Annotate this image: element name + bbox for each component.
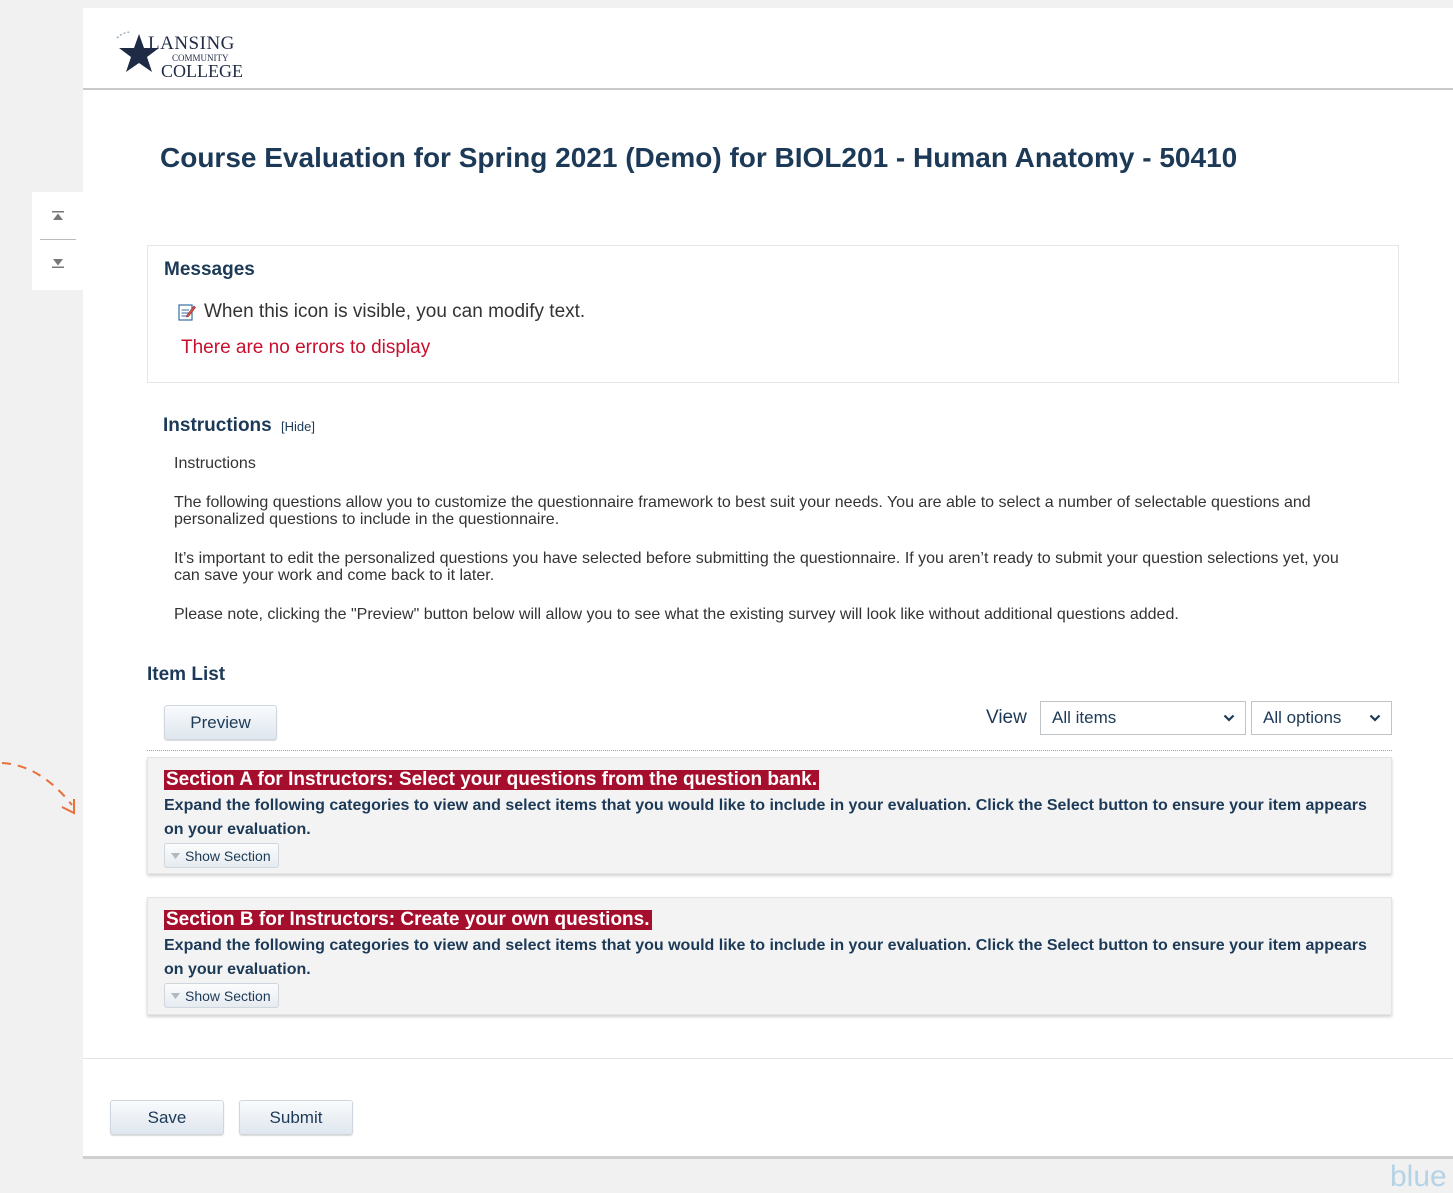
chevron-down-icon xyxy=(1369,714,1381,722)
show-section-label: Show Section xyxy=(185,987,271,1004)
submit-button[interactable]: Submit xyxy=(239,1100,353,1135)
scroll-top-icon xyxy=(52,211,64,220)
chevron-down-icon xyxy=(1223,714,1235,722)
college-logo[interactable]: LANSING COMMUNITY COLLEGE xyxy=(113,20,263,81)
edit-icon xyxy=(178,304,196,321)
instructions-header: Instructions [Hide] xyxy=(163,415,315,437)
scroll-nav xyxy=(32,192,84,290)
nav-divider xyxy=(40,239,76,240)
scroll-to-top-button[interactable] xyxy=(42,200,74,232)
error-message: There are no errors to display xyxy=(181,337,431,358)
show-section-button[interactable]: Show Section xyxy=(164,983,279,1008)
section-heading: Section A for Instructors: Select your q… xyxy=(164,769,820,790)
footer-divider xyxy=(83,1058,1453,1059)
messages-panel: Messages When this icon is visible, you … xyxy=(147,245,1399,383)
bottom-bar xyxy=(83,1156,1453,1159)
logo-text-college: COLLEGE xyxy=(161,61,243,81)
item-list-divider xyxy=(147,750,1392,751)
site-header: LANSING COMMUNITY COLLEGE xyxy=(83,8,1453,90)
view-options-select-value: All options xyxy=(1263,708,1342,727)
instructions-paragraph: The following questions allow you to cus… xyxy=(174,494,1311,528)
view-items-select[interactable]: All items xyxy=(1040,701,1246,735)
info-message: When this icon is visible, you can modif… xyxy=(178,301,585,323)
show-section-button[interactable]: Show Section xyxy=(164,843,279,868)
view-items-select-value: All items xyxy=(1052,708,1117,727)
item-list-title: Item List xyxy=(147,664,226,685)
scroll-bottom-icon xyxy=(52,259,64,268)
instructions-paragraph: Please note, clicking the "Preview" butt… xyxy=(174,606,1179,623)
view-label: View xyxy=(986,707,1027,728)
scroll-to-bottom-button[interactable] xyxy=(42,247,74,279)
page-title: Course Evaluation for Spring 2021 (Demo)… xyxy=(160,142,1238,173)
brand-logo-fragment: blue xyxy=(1390,1160,1447,1193)
instructions-hide-link[interactable]: [Hide] xyxy=(281,419,315,434)
section-a-panel: Section A for Instructors: Select your q… xyxy=(147,757,1392,874)
instructions-paragraph: Instructions xyxy=(174,455,256,472)
instructions-paragraph: It’s important to edit the personalized … xyxy=(174,550,1339,584)
decorative-arrow-icon xyxy=(1,762,75,815)
info-message-text: When this icon is visible, you can modif… xyxy=(204,301,586,322)
section-description: Expand the following categories to view … xyxy=(164,937,1367,978)
view-options-select[interactable]: All options xyxy=(1251,701,1392,735)
triangle-down-icon xyxy=(171,852,180,859)
logo-text-lansing: LANSING xyxy=(148,33,235,54)
messages-title: Messages xyxy=(164,259,255,280)
section-heading: Section B for Instructors: Create your o… xyxy=(164,909,652,930)
preview-button[interactable]: Preview xyxy=(164,705,277,740)
show-section-label: Show Section xyxy=(185,847,271,864)
save-button[interactable]: Save xyxy=(110,1100,224,1135)
section-description: Expand the following categories to view … xyxy=(164,797,1367,838)
instructions-body: Instructions The following questions all… xyxy=(174,455,1354,645)
instructions-title: Instructions xyxy=(163,415,272,436)
triangle-down-icon xyxy=(171,992,180,999)
section-b-panel: Section B for Instructors: Create your o… xyxy=(147,897,1392,1015)
